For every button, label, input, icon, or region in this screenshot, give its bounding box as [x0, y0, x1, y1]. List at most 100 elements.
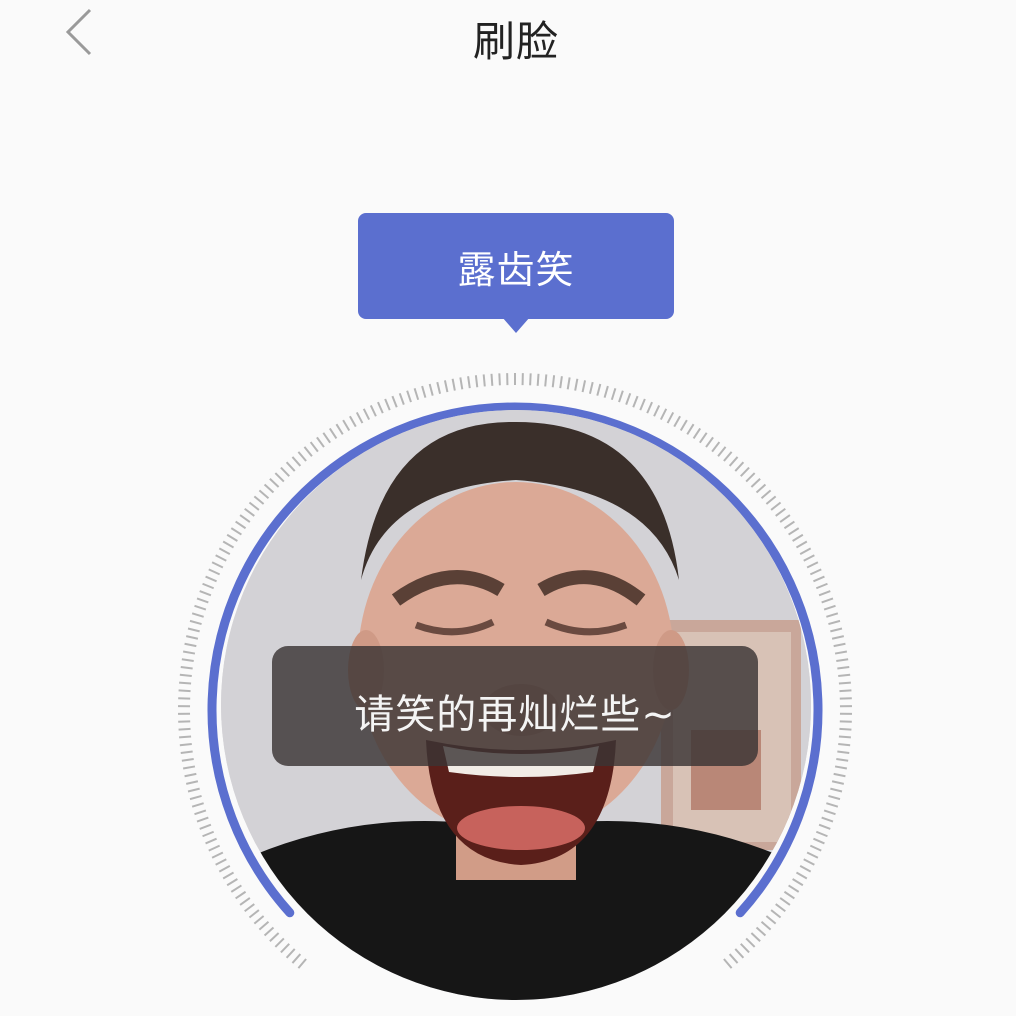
scan-tick: [178, 727, 191, 731]
scan-tick: [734, 948, 745, 959]
scan-tick: [391, 395, 398, 408]
scan-tick: [795, 540, 808, 549]
scan-tick: [826, 802, 839, 808]
scan-tick: [529, 373, 532, 386]
scan-tick: [180, 665, 193, 670]
scan-tick: [813, 575, 825, 583]
scan-tick: [269, 932, 280, 942]
scan-tick: [673, 415, 681, 428]
scan-tick: [831, 635, 845, 640]
scan-tick: [839, 727, 852, 731]
scan-tick: [428, 383, 434, 396]
scan-tick: [248, 501, 260, 511]
scan-tick: [328, 427, 338, 440]
scan-tick: [187, 627, 200, 633]
scan-tick: [775, 507, 786, 517]
scan-tick: [723, 451, 733, 462]
scan-tick: [467, 376, 471, 389]
scan-tick: [215, 858, 227, 866]
scan-tick: [838, 735, 851, 739]
scan-tick: [182, 765, 196, 770]
scan-tick: [646, 401, 653, 414]
scan-tick: [235, 890, 247, 900]
scan-tick: [253, 495, 265, 505]
scan-tick: [734, 461, 745, 472]
scan-tick: [291, 456, 302, 467]
scan-tick: [809, 568, 822, 576]
scan-tick: [211, 851, 224, 859]
scan-tick: [202, 830, 215, 838]
scan-tick: [745, 472, 756, 483]
scan-tick: [653, 404, 661, 417]
scan-tick: [369, 404, 377, 417]
scan-tick: [184, 772, 197, 778]
scan-tick: [795, 871, 808, 880]
scan-tick: [196, 816, 209, 823]
scan-tick: [828, 619, 841, 626]
scan-tick: [839, 689, 852, 693]
scan-tick: [179, 681, 192, 685]
scan-tick: [421, 385, 427, 398]
scan-tick: [179, 742, 192, 747]
scan-tick: [834, 765, 848, 770]
scan-tick: [717, 446, 727, 457]
scan-tick: [834, 650, 848, 655]
scan-tick: [181, 757, 194, 762]
scan-tick: [335, 423, 344, 435]
scan-tick: [178, 689, 191, 693]
scan-tick: [205, 575, 217, 583]
scan-tick: [755, 483, 767, 494]
scan-tick: [750, 932, 761, 942]
scan-tick: [755, 926, 767, 937]
scan-tick: [792, 533, 804, 542]
scan-tick: [187, 787, 200, 793]
scan-tick: [783, 890, 795, 900]
scan-tick: [833, 642, 846, 648]
scan-tick: [377, 401, 384, 414]
scan-tick: [551, 375, 556, 388]
scan-tick: [316, 436, 325, 448]
scan-tick: [181, 658, 194, 663]
scan-tick: [838, 742, 851, 747]
scan-tick: [837, 750, 850, 755]
scan-tick: [309, 441, 319, 453]
face-scan-screen: 刷脸 露齿笑 请笑的再灿烂些~: [0, 0, 1016, 1016]
scan-tick: [838, 673, 851, 678]
scan-tick: [760, 921, 772, 931]
scan-tick: [244, 507, 255, 517]
scan-tick: [474, 375, 479, 388]
scan-tick: [559, 376, 563, 389]
scan-tick: [205, 837, 217, 845]
scan-tick: [194, 604, 207, 611]
scan-tick: [482, 374, 486, 387]
scan-tick: [199, 590, 212, 597]
scan-tick: [199, 823, 212, 830]
scan-tick: [659, 408, 668, 421]
scan-tick: [823, 604, 836, 611]
scan-tick: [625, 392, 632, 405]
scan-tick: [280, 943, 290, 954]
scan-tick: [799, 547, 812, 555]
scan-tick: [189, 794, 202, 801]
scan-tick: [239, 514, 251, 523]
scan-tick: [574, 378, 579, 391]
scan-tick: [833, 772, 846, 778]
scan-tick: [823, 809, 836, 816]
scan-tick: [226, 878, 238, 887]
scan-tick: [185, 780, 199, 785]
scan-tick: [750, 478, 761, 488]
scan-tick: [291, 953, 302, 964]
scan-tick: [189, 619, 202, 626]
scan-tick: [711, 441, 721, 453]
scan-tick: [285, 948, 296, 959]
scan-tick: [831, 780, 845, 785]
scan-tick: [740, 466, 750, 477]
scan-tick: [208, 568, 221, 576]
scan-tick: [566, 377, 571, 390]
scan-tick: [218, 547, 231, 555]
scan-tick: [603, 385, 609, 398]
scan-tick: [185, 635, 199, 640]
scan-tick: [588, 381, 594, 394]
scan-tick: [342, 419, 351, 431]
scan-tick: [263, 483, 275, 494]
